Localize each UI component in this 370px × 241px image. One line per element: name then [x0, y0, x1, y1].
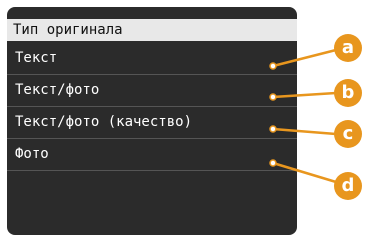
callout-badge-d: d	[334, 172, 362, 200]
menu-item-photo[interactable]: Фото	[7, 139, 297, 171]
menu-item-text-photo-quality[interactable]: Текст/фото (качество)	[7, 107, 297, 139]
menu-item-text[interactable]: Текст	[7, 43, 297, 75]
callout-badge-b: b	[334, 79, 362, 107]
screen-empty-area	[7, 171, 297, 235]
device-screen: Тип оригинала Текст Текст/фото Текст/фот…	[7, 7, 297, 235]
callout-badge-c: c	[334, 120, 362, 148]
screen-title: Тип оригинала	[7, 19, 297, 41]
menu-item-text-photo[interactable]: Текст/фото	[7, 75, 297, 107]
callout-badge-a: a	[334, 34, 362, 62]
